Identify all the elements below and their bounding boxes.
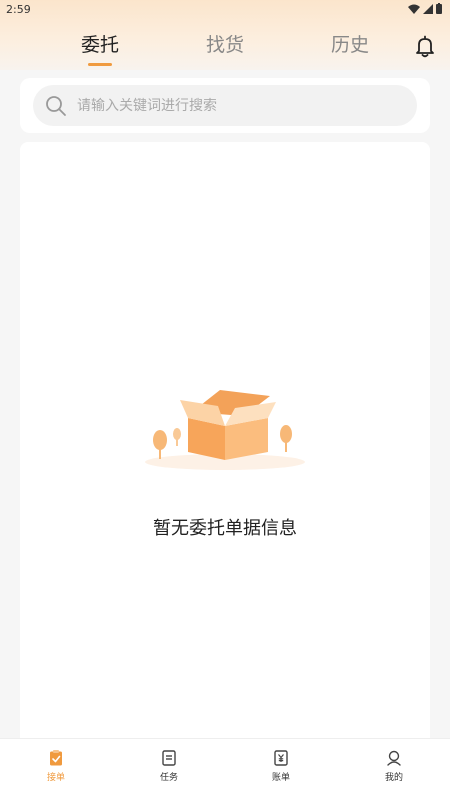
signal-icon <box>423 3 433 14</box>
search-card <box>20 78 430 133</box>
profile-icon <box>387 750 401 766</box>
search-input[interactable] <box>77 85 407 126</box>
status-icons <box>408 3 442 14</box>
active-tab-indicator <box>88 63 112 66</box>
nav-item-tasks[interactable]: 任务 <box>139 749 199 783</box>
status-bar: 2:59 <box>0 0 450 18</box>
bill-yen-icon <box>274 750 288 766</box>
tab-find-goods-label: 找货 <box>205 34 244 56</box>
nav-label-mine: 我的 <box>384 773 403 783</box>
nav-label-bills: 账单 <box>271 773 290 783</box>
bottom-nav: 接单 任务 账单 我的 <box>0 738 450 800</box>
notification-button[interactable] <box>413 34 437 58</box>
task-list-icon <box>162 750 176 766</box>
wifi-icon <box>408 4 420 14</box>
top-tabs: 委托 找货 历史 <box>0 26 450 66</box>
battery-icon <box>436 3 442 14</box>
nav-item-accept-order[interactable]: 接单 <box>26 749 86 783</box>
tab-history[interactable]: 历史 <box>320 30 380 57</box>
tab-history-label: 历史 <box>330 34 369 56</box>
nav-label-tasks: 任务 <box>159 773 178 783</box>
nav-label-accept-order: 接单 <box>46 773 65 783</box>
empty-box-illustration <box>145 390 305 470</box>
content-card: 暂无委托单据信息 <box>20 142 430 738</box>
status-time: 2:59 <box>6 3 31 16</box>
nav-item-mine[interactable]: 我的 <box>364 749 424 783</box>
nav-item-bills[interactable]: 账单 <box>251 749 311 783</box>
tab-find-goods[interactable]: 找货 <box>195 30 255 57</box>
clipboard-check-icon <box>50 750 62 766</box>
bell-icon <box>416 35 434 58</box>
search-icon <box>46 96 66 116</box>
tab-entrust-label: 委托 <box>80 34 119 56</box>
empty-state-message: 暂无委托单据信息 <box>153 518 297 539</box>
search-box[interactable] <box>33 85 417 126</box>
tab-entrust[interactable]: 委托 <box>70 30 130 66</box>
